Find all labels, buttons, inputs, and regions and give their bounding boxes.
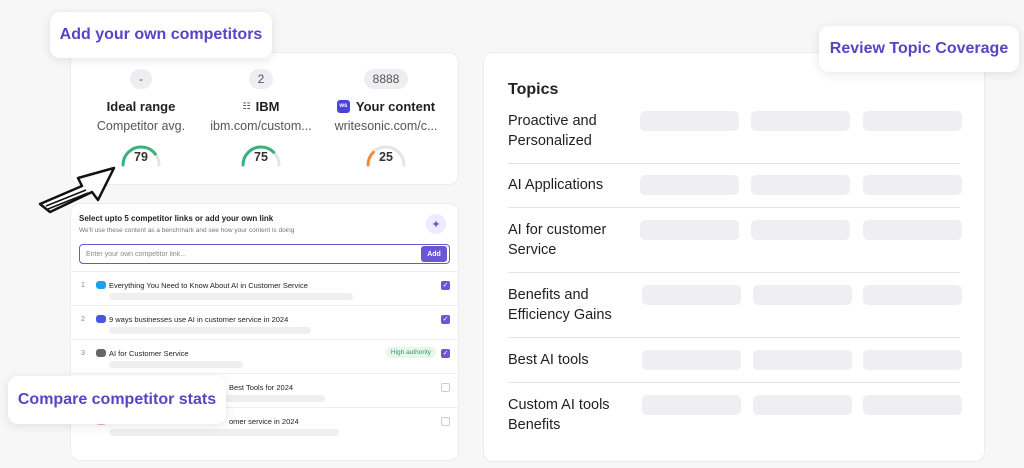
coverage-placeholder [863,395,962,415]
sparkle-icon[interactable]: ✦ [426,214,446,234]
score-pill: 2 [248,69,274,89]
topic-row: Proactive and Personalized [508,111,962,164]
score-name-text: IBM [255,99,280,114]
score-gauge: 25 [362,139,410,169]
topic-row: Benefits and Efficiency Gains [508,285,962,338]
row-number: 2 [81,316,85,323]
row-title: Best Tools for 2024 [229,383,294,392]
coverage-placeholder [640,220,739,240]
placeholder-bar [109,327,311,334]
coverage-placeholder [751,111,850,131]
placeholder-bar [109,429,339,436]
score-sub: ibm.com/custom... [210,119,312,133]
coverage-placeholder [753,395,852,415]
coverage-placeholder [863,285,962,305]
coverage-placeholder [640,111,739,131]
score-gauge: 79 [117,139,165,169]
row-title: AI for Customer Service [109,349,189,358]
panel-title: Select upto 5 competitor links or add yo… [79,214,274,223]
row-checkbox[interactable]: ✓ [441,349,450,358]
score-sub: Competitor avg. [96,119,186,133]
topic-row: Custom AI tools Benefits [508,395,962,443]
row-checkbox[interactable] [441,417,450,426]
row-number: 1 [81,282,85,289]
score-name-text: Ideal range [106,99,176,114]
row-checkbox[interactable] [441,383,450,392]
coverage-placeholder [642,395,741,415]
score-pill: - [130,69,152,89]
coverage-placeholder [753,350,852,370]
row-title: omer service in 2024 [229,417,299,426]
topics-title: Topics [508,81,559,98]
topic-label: Best AI tools [508,352,589,368]
add-button[interactable]: Add [421,246,447,262]
panel-subtitle: We'll use these content as a benchmark a… [79,227,295,234]
score-your-content: 8888 ws Your content writesonic.com/c...… [316,69,456,169]
row-title: Everything You Need to Know About AI in … [109,281,308,290]
score-pill: 8888 [363,69,409,89]
topic-label: Benefits and Efficiency Gains [508,287,612,323]
list-item[interactable]: 1 Everything You Need to Know About AI i… [71,271,458,305]
list-item[interactable]: 2 9 ways businesses use AI in customer s… [71,305,458,339]
score-ideal-range: - Ideal range Competitor avg. 79 [71,69,211,169]
salesforce-icon [96,281,106,289]
topic-row: AI Applications [508,175,962,208]
topics-panel: Topics Proactive and Personalized AI App… [483,52,985,462]
competitor-link-field: Add [79,244,450,264]
topic-label: AI Applications [508,177,604,193]
score-value: 25 [379,150,393,164]
topic-label: AI for customer Service [508,222,607,258]
topic-row: AI for customer Service [508,220,962,273]
row-checkbox[interactable]: ✓ [441,281,450,290]
row-number: 3 [81,350,85,357]
coverage-placeholder [751,220,850,240]
topic-label: Proactive and Personalized [508,113,597,149]
add-competitors-callout: Add your own competitors [50,12,272,58]
coverage-placeholder [863,220,962,240]
writesonic-icon: ws [336,100,350,113]
score-card: - Ideal range Competitor avg. 79 2 ☷ IBM… [70,52,459,185]
score-sub: writesonic.com/c... [334,119,438,133]
review-topic-coverage-callout: Review Topic Coverage [819,26,1019,72]
coverage-placeholder [751,175,850,195]
high-authority-badge: High authority [385,347,436,358]
coverage-placeholder [640,175,739,195]
score-ibm: 2 ☷ IBM ibm.com/custom... 75 [191,69,331,169]
coverage-placeholder [642,350,741,370]
score-name-text: Your content [355,99,436,114]
topic-row: Best AI tools [508,350,962,383]
coverage-placeholder [863,350,962,370]
placeholder-bar [109,361,243,368]
compare-stats-callout: Compare competitor stats [8,376,226,424]
coverage-placeholder [753,285,852,305]
zendesk-icon [96,315,106,323]
score-name: ws Your content [316,99,456,114]
coverage-placeholder [863,111,962,131]
topic-label: Custom AI tools Benefits [508,397,610,433]
ibm-icon [96,349,106,357]
ibm-icon: ☷ [242,101,251,111]
score-gauge: 75 [237,139,285,169]
row-checkbox[interactable]: ✓ [441,315,450,324]
coverage-placeholder [863,175,962,195]
placeholder-bar [109,293,353,300]
score-value: 75 [254,150,268,164]
list-item[interactable]: 3 AI for Customer Service High authority… [71,339,458,373]
score-name: ☷ IBM [191,99,331,114]
score-name: Ideal range [71,99,211,114]
competitor-link-input[interactable] [80,250,421,258]
score-value: 79 [134,150,148,164]
coverage-placeholder [642,285,741,305]
row-title: 9 ways businesses use AI in customer ser… [109,315,289,324]
